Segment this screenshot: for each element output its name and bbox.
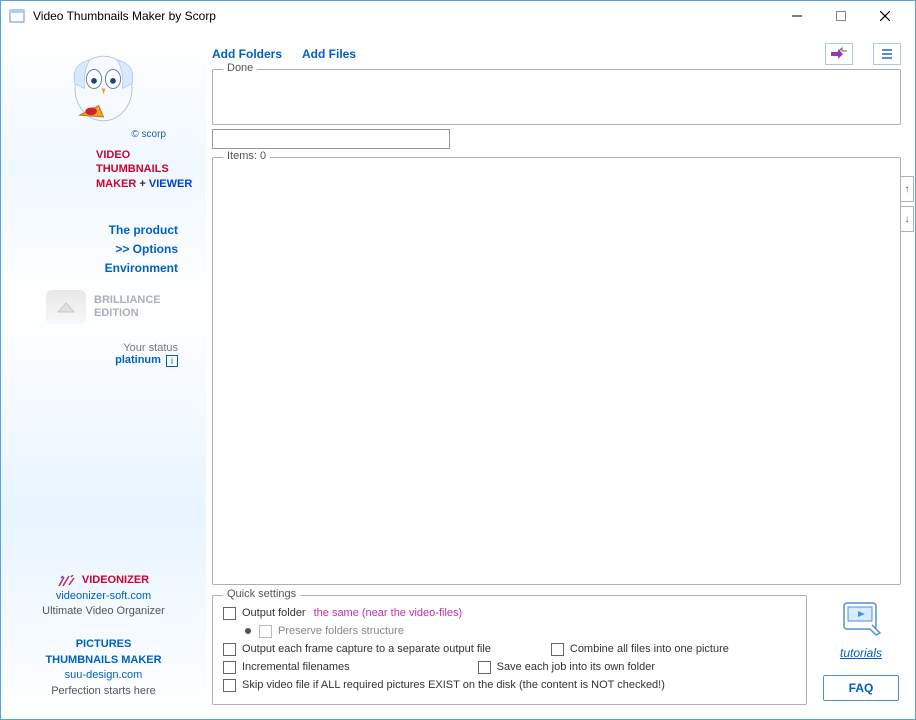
save-each-job-checkbox[interactable]: Save each job into its own folder [478, 661, 655, 674]
maximize-button[interactable] [819, 1, 863, 31]
move-up-button[interactable]: ↑ [900, 176, 914, 202]
videonizer-link[interactable]: videonizer-soft.com [56, 590, 151, 602]
edition-block: BRILLIANCE EDITION [11, 290, 196, 324]
nav-the-product[interactable]: The product [11, 221, 178, 240]
status-value: platinum [115, 354, 161, 366]
nav-environment[interactable]: Environment [11, 259, 178, 278]
radio-dot-icon [245, 628, 251, 634]
incremental-filenames-checkbox[interactable]: Incremental filenames [223, 661, 350, 674]
status-info-icon[interactable]: i [166, 355, 178, 367]
items-groupbox: Items: 0 ↑ ↓ [212, 157, 901, 585]
done-groupbox: Done [212, 69, 901, 125]
items-label: Items: 0 [223, 150, 270, 162]
output-each-frame-checkbox[interactable]: Output each frame capture to a separate … [223, 643, 491, 656]
skip-video-checkbox[interactable]: Skip video file if ALL required pictures… [223, 679, 665, 692]
nav-options[interactable]: >> Options [11, 240, 178, 259]
window-title: Video Thumbnails Maker by Scorp [33, 9, 775, 23]
quick-settings-label: Quick settings [223, 588, 300, 600]
suu-design-link[interactable]: suu-design.com [65, 669, 143, 681]
videonizer-icon [58, 575, 76, 587]
status-label: Your status [11, 342, 178, 354]
add-files-link[interactable]: Add Files [302, 47, 356, 61]
edition-icon [46, 290, 86, 324]
output-folder-link[interactable]: the same (near the video-files) [314, 607, 463, 619]
list-icon-button[interactable] [873, 43, 901, 65]
output-folder-checkbox[interactable]: Output folder [223, 607, 306, 620]
videonizer-promo: VIDEONIZER videonizer-soft.com Ultimate … [11, 573, 196, 619]
progress-input[interactable] [212, 129, 450, 149]
move-down-button[interactable]: ↓ [900, 206, 914, 232]
product-name: VIDEO THUMBNAILS MAKER + VIEWER [11, 148, 196, 191]
quick-settings-groupbox: Quick settings Output folder the same (n… [212, 595, 807, 705]
owl-logo: © scorp [11, 41, 196, 140]
sidebar: © scorp VIDEO THUMBNAILS MAKER + VIEWER … [1, 31, 206, 719]
titlebar: Video Thumbnails Maker by Scorp [1, 1, 915, 31]
done-label: Done [223, 62, 257, 74]
close-button[interactable] [863, 1, 907, 31]
tutorials-link[interactable]: tutorials [838, 599, 884, 660]
faq-button[interactable]: FAQ [823, 675, 899, 701]
combine-all-files-checkbox[interactable]: Combine all files into one picture [551, 643, 729, 656]
app-icon [9, 8, 25, 24]
minimize-button[interactable] [775, 1, 819, 31]
add-folders-link[interactable]: Add Folders [212, 47, 282, 61]
preserve-structure-checkbox: Preserve folders structure [259, 625, 404, 638]
arrows-icon-button[interactable] [825, 43, 853, 65]
pictures-promo: PICTURES THUMBNAILS MAKER suu-design.com… [11, 637, 196, 699]
